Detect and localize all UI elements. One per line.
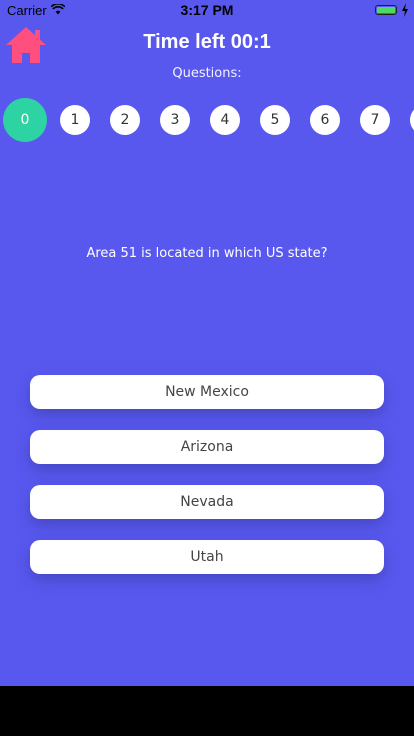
question-number-1[interactable]: 1	[60, 105, 90, 135]
question-pager: 0 1 2 3 4 5 6 7	[0, 95, 414, 145]
question-number-6[interactable]: 6	[310, 105, 340, 135]
status-time: 3:17 PM	[180, 2, 234, 18]
question-number-2[interactable]: 2	[110, 105, 140, 135]
question-number-7[interactable]: 7	[360, 105, 390, 135]
battery-icon	[375, 5, 397, 15]
answer-button-4[interactable]: Utah	[30, 540, 384, 574]
charging-bolt-icon	[402, 3, 408, 17]
quiz-screen: Carrier 3:17 PM Time left 00:1 Questions…	[0, 0, 414, 686]
question-number-5[interactable]: 5	[260, 105, 290, 135]
question-number-3[interactable]: 3	[160, 105, 190, 135]
answer-button-3[interactable]: Nevada	[30, 485, 384, 519]
answer-button-1[interactable]: New Mexico	[30, 375, 384, 409]
question-number-4[interactable]: 4	[210, 105, 240, 135]
status-bar: Carrier 3:17 PM	[0, 0, 414, 20]
question-number-8[interactable]	[410, 105, 414, 135]
bottom-black-bar	[0, 686, 414, 736]
question-number-0[interactable]: 0	[3, 98, 47, 142]
questions-label: Questions:	[172, 66, 242, 81]
page-title: Time left 00:1	[143, 31, 271, 53]
question-text: Area 51 is located in which US state?	[86, 246, 328, 261]
answer-button-2[interactable]: Arizona	[30, 430, 384, 464]
